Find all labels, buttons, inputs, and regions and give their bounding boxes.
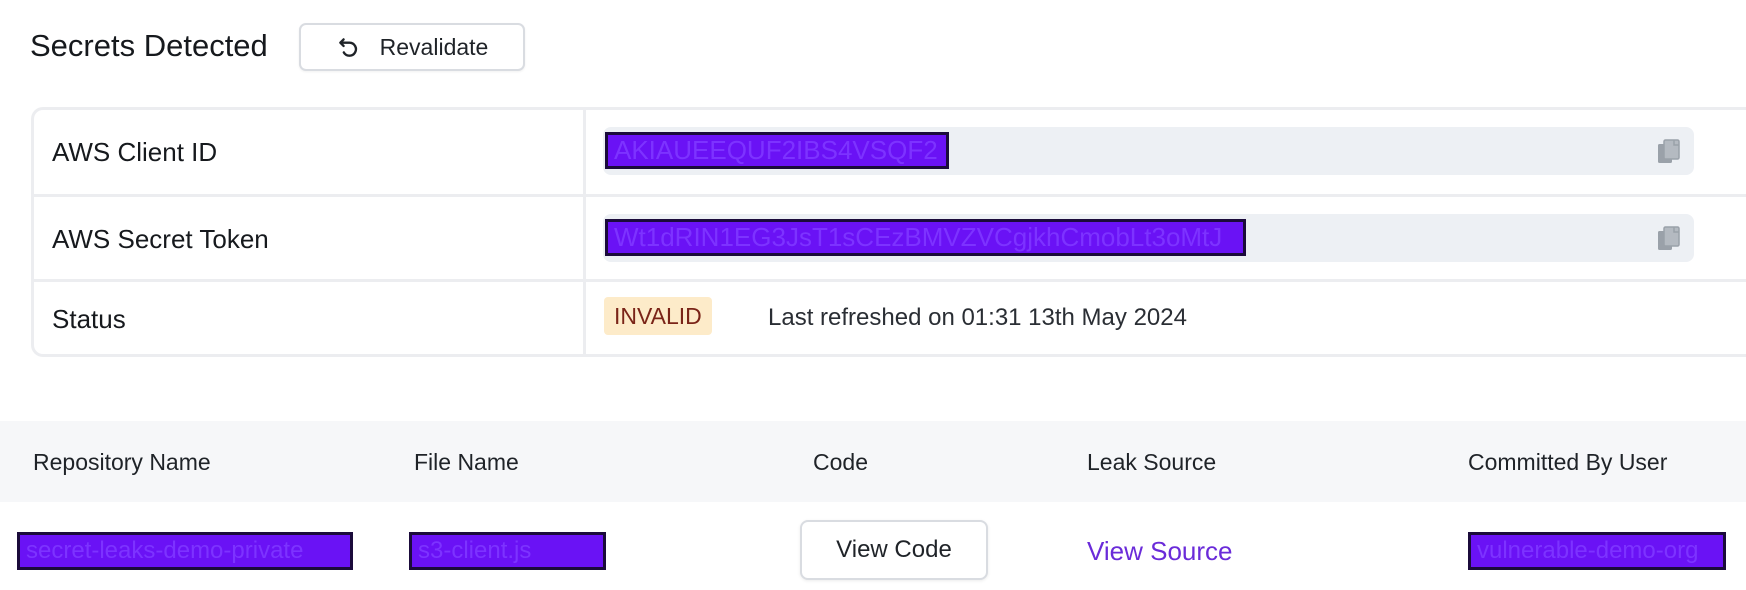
revalidate-button[interactable]: Revalidate — [299, 23, 525, 71]
column-header-committed-by: Committed By User — [1468, 449, 1668, 475]
revalidate-label: Revalidate — [379, 33, 489, 60]
view-source-link[interactable]: View Source — [1087, 536, 1233, 567]
status-row: Status INVALID Last refreshed on 01:31 1… — [34, 282, 1746, 357]
view-code-button[interactable]: View Code — [800, 520, 988, 580]
client-id-row: AWS Client ID AKIAUEEQUF2IBS4VSQF2 — [34, 110, 1746, 197]
column-divider — [583, 197, 586, 279]
secret-details-card: AWS Client ID AKIAUEEQUF2IBS4VSQF2 AWS S… — [31, 107, 1746, 357]
secret-token-field: Wt1dRIN1EG3JsT1sCEzBMVZVCgjkhCmobLt3oMtJ — [603, 214, 1694, 262]
repository-name-cell: secret-leaks-demo-private — [17, 532, 353, 570]
committed-by-cell: vulnerable-demo-org — [1468, 532, 1726, 570]
table-row: secret-leaks-demo-private s3-client.js V… — [0, 502, 1746, 590]
file-name-cell: s3-client.js — [409, 532, 606, 570]
client-id-label: AWS Client ID — [52, 137, 218, 167]
column-divider — [583, 282, 586, 357]
page-title: Secrets Detected — [30, 28, 268, 63]
status-label: Status — [52, 304, 126, 334]
secret-token-label: AWS Secret Token — [52, 224, 269, 254]
column-header-repository: Repository Name — [33, 449, 211, 475]
column-header-file-name: File Name — [414, 449, 519, 475]
secret-token-value[interactable]: Wt1dRIN1EG3JsT1sCEzBMVZVCgjkhCmobLt3oMtJ — [605, 219, 1246, 256]
secret-token-row: AWS Secret Token Wt1dRIN1EG3JsT1sCEzBMVZ… — [34, 197, 1746, 282]
column-header-leak-source: Leak Source — [1087, 449, 1217, 475]
last-refreshed-text: Last refreshed on 01:31 13th May 2024 — [768, 304, 1187, 331]
client-id-value[interactable]: AKIAUEEQUF2IBS4VSQF2 — [605, 132, 949, 169]
client-id-field: AKIAUEEQUF2IBS4VSQF2 — [603, 127, 1694, 175]
column-header-code: Code — [813, 449, 868, 475]
copy-icon[interactable] — [1656, 225, 1682, 253]
status-badge: INVALID — [604, 297, 712, 335]
refresh-icon — [338, 38, 357, 57]
table-header: Repository Name File Name Code Leak Sour… — [0, 421, 1746, 502]
secrets-page: Secrets Detected Revalidate AWS Client I… — [0, 0, 1746, 590]
copy-icon[interactable] — [1656, 138, 1682, 166]
column-divider — [583, 110, 586, 194]
